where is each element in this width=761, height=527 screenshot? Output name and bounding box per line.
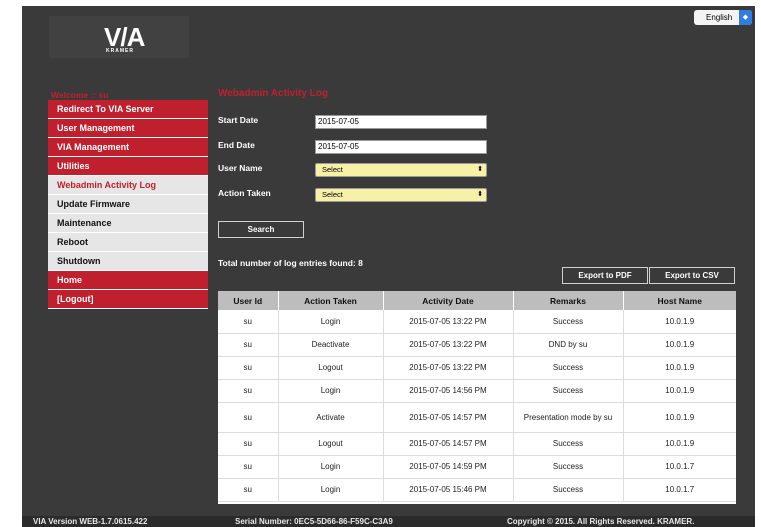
cell-remarks: Success (513, 432, 624, 456)
version-text: VIA Version WEB-1.7.0615.422 (33, 517, 148, 526)
admin-screen: V/A KRAMER English ◆ Welcome :: su Redir… (22, 6, 755, 527)
cell-action-taken: Deactivate (278, 333, 384, 357)
table-row: su Login 2015-07-05 15:46 PM Success 10.… (218, 478, 736, 502)
cell-activity-date: 2015-07-05 15:46 PM (383, 478, 514, 502)
sidebar-item-user-management[interactable]: User Management (48, 119, 208, 138)
user-name-label: User Name (218, 163, 263, 173)
select-arrow-icon: ⬍ (477, 191, 483, 198)
column-header-action-taken: Action Taken (278, 291, 384, 310)
cell-user-id: su (218, 402, 279, 433)
cell-host-name: 10.0.1.9 (623, 333, 736, 357)
cell-action-taken: Login (278, 478, 384, 502)
action-taken-select-value: Select (322, 190, 343, 199)
cell-remarks: Success (513, 356, 624, 380)
cell-user-id: su (218, 379, 279, 403)
cell-user-id: su (218, 432, 279, 456)
cell-action-taken: Login (278, 379, 384, 403)
cell-remarks: Presentation mode by su (513, 402, 624, 433)
sidebar-item-webadmin-activity-log[interactable]: Webadmin Activity Log (48, 176, 208, 195)
cell-user-id: su (218, 478, 279, 502)
welcome-text: Welcome :: su (51, 90, 109, 100)
action-taken-label: Action Taken (218, 188, 271, 198)
cell-activity-date: 2015-07-05 14:56 PM (383, 379, 514, 403)
serial-number-text: Serial Number: 0EC5-5D66-86-F59C-C3A9 (235, 517, 393, 526)
table-row: su Logout 2015-07-05 13:22 PM Success 10… (218, 356, 736, 380)
cell-host-name: 10.0.1.9 (623, 402, 736, 433)
cell-activity-date: 2015-07-05 14:57 PM (383, 402, 514, 433)
user-name-select-value: Select (322, 165, 343, 174)
column-header-activity-date: Activity Date (383, 291, 514, 310)
cell-remarks: Success (513, 379, 624, 403)
cell-host-name: 10.0.1.9 (623, 379, 736, 403)
sidebar-item-shutdown[interactable]: Shutdown (48, 252, 208, 271)
cell-user-id: su (218, 333, 279, 357)
language-value: English (706, 13, 733, 22)
cell-user-id: su (218, 356, 279, 380)
sidebar-item-logout[interactable]: [Logout] (48, 290, 208, 309)
log-count-text: Total number of log entries found: 8 (218, 258, 363, 268)
action-taken-select[interactable]: Select ⬍ (315, 188, 487, 202)
chevron-updown-icon: ◆ (739, 10, 752, 25)
end-date-label: End Date (218, 140, 255, 150)
table-row: su Login 2015-07-05 14:56 PM Success 10.… (218, 379, 736, 403)
cell-host-name: 10.0.1.9 (623, 432, 736, 456)
table-row: su Deactivate 2015-07-05 13:22 PM DND by… (218, 333, 736, 357)
footer-bar: VIA Version WEB-1.7.0615.422 Serial Numb… (22, 516, 755, 527)
page-title: Webadmin Activity Log (218, 88, 329, 99)
cell-activity-date: 2015-07-05 13:22 PM (383, 356, 514, 380)
column-header-user-id: User Id (218, 291, 279, 310)
activity-log-table: User Id Action Taken Activity Date Remar… (218, 291, 736, 504)
sidebar-item-update-firmware[interactable]: Update Firmware (48, 195, 208, 214)
cell-host-name: 10.0.1.7 (623, 455, 736, 479)
cell-host-name: 10.0.1.9 (623, 310, 736, 334)
sidebar-item-via-management[interactable]: VIA Management (48, 138, 208, 157)
cell-remarks: Success (513, 310, 624, 334)
cell-action-taken: Activate (278, 402, 384, 433)
export-pdf-button[interactable]: Export to PDF (562, 267, 648, 284)
cell-activity-date: 2015-07-05 13:22 PM (383, 310, 514, 334)
search-button[interactable]: Search (218, 221, 304, 238)
cell-host-name: 10.0.1.9 (623, 356, 736, 380)
copyright-text: Copyright © 2015. All Rights Reserved. K… (507, 517, 695, 526)
cell-action-taken: Login (278, 310, 384, 334)
cell-activity-date: 2015-07-05 14:59 PM (383, 455, 514, 479)
sidebar-item-redirect-to-via-server[interactable]: Redirect To VIA Server (48, 100, 208, 119)
start-date-field[interactable]: 2015-07-05 (315, 115, 487, 129)
column-header-remarks: Remarks (513, 291, 624, 310)
kramer-via-logo: V/A KRAMER (49, 16, 189, 58)
cell-remarks: DND by su (513, 333, 624, 357)
cell-host-name: 10.0.1.7 (623, 478, 736, 502)
cell-user-id: su (218, 455, 279, 479)
cell-action-taken: Login (278, 455, 384, 479)
user-name-select[interactable]: Select ⬍ (315, 163, 487, 177)
table-row: su Login 2015-07-05 13:22 PM Success 10.… (218, 310, 736, 334)
sidebar-item-home[interactable]: Home (48, 271, 208, 290)
cell-user-id: su (218, 310, 279, 334)
table-row: su Activate 2015-07-05 14:57 PM Presenta… (218, 402, 736, 433)
cell-remarks: Success (513, 478, 624, 502)
cell-activity-date: 2015-07-05 14:57 PM (383, 432, 514, 456)
cell-remarks: Success (513, 455, 624, 479)
language-select[interactable]: English ◆ (694, 10, 752, 25)
column-header-host-name: Host Name (623, 291, 736, 310)
table-row: su Logout 2015-07-05 14:57 PM Success 10… (218, 432, 736, 456)
select-arrow-icon: ⬍ (477, 166, 483, 173)
app-window: V/A KRAMER English ◆ Welcome :: su Redir… (0, 0, 761, 527)
start-date-label: Start Date (218, 115, 259, 125)
logo-subtext: KRAMER (106, 48, 134, 54)
sidebar: Redirect To VIA Server User Management V… (48, 100, 208, 309)
export-csv-button[interactable]: Export to CSV (649, 267, 735, 284)
sidebar-item-reboot[interactable]: Reboot (48, 233, 208, 252)
cell-action-taken: Logout (278, 432, 384, 456)
end-date-field[interactable]: 2015-07-05 (315, 140, 487, 154)
table-row: su Login 2015-07-05 14:59 PM Success 10.… (218, 455, 736, 479)
table-header-row: User Id Action Taken Activity Date Remar… (218, 291, 736, 310)
cell-action-taken: Logout (278, 356, 384, 380)
sidebar-item-utilities[interactable]: Utilities (48, 157, 208, 176)
sidebar-item-maintenance[interactable]: Maintenance (48, 214, 208, 233)
cell-activity-date: 2015-07-05 13:22 PM (383, 333, 514, 357)
